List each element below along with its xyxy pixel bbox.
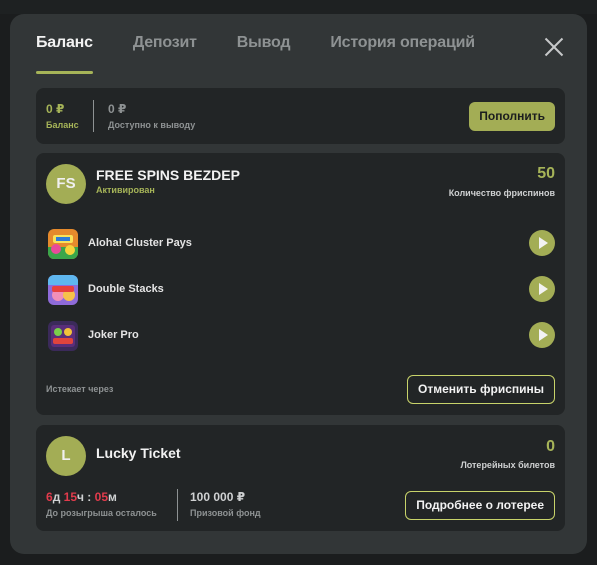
tab-history[interactable]: История операций xyxy=(330,34,475,74)
play-icon[interactable] xyxy=(529,276,555,302)
balance-value: 0 ₽ xyxy=(46,102,65,116)
freespins-avatar: FS xyxy=(46,164,86,204)
lottery-timer: 6д 15ч : 05м xyxy=(46,490,117,504)
timer-hours: 15 xyxy=(63,490,77,504)
tab-balance[interactable]: Баланс xyxy=(36,34,93,74)
balance-summary-card: 0 ₽ Баланс 0 ₽ Доступно к выводу Пополни… xyxy=(36,88,565,144)
game-name: Aloha! Cluster Pays xyxy=(88,237,192,249)
timer-label: До розыгрыша осталось xyxy=(46,508,157,518)
withdrawable-value: 0 ₽ xyxy=(108,102,127,116)
balance-modal: Баланс Депозит Вывод История операций 0 … xyxy=(10,14,587,554)
cancel-freespins-button[interactable]: Отменить фриспины xyxy=(407,375,555,404)
timer-days: 6 xyxy=(46,490,53,504)
aloha-game-icon xyxy=(48,229,78,259)
divider xyxy=(177,489,178,521)
timer-minutes-unit: м xyxy=(108,490,117,504)
withdrawable-label: Доступно к выводу xyxy=(108,120,196,130)
game-row: Aloha! Cluster Pays xyxy=(48,229,555,259)
timer-minutes: 05 xyxy=(94,490,108,504)
lottery-ticket-count: 0 xyxy=(546,438,555,455)
timer-days-unit: д xyxy=(52,490,64,504)
balance-label: Баланс xyxy=(46,120,79,130)
freespins-card: FS FREE SPINS BEZDEP Активирован 50 Коли… xyxy=(36,153,565,415)
lottery-count-label: Лотерейных билетов xyxy=(460,460,555,470)
freespins-count: 50 xyxy=(537,165,555,182)
double-stacks-game-icon xyxy=(48,275,78,305)
prize-label: Призовой фонд xyxy=(190,508,261,518)
game-name: Double Stacks xyxy=(88,283,164,295)
modal-tabs: Баланс Депозит Вывод История операций xyxy=(36,34,515,74)
page-backdrop xyxy=(0,0,597,14)
prize-value: 100 000 ₽ xyxy=(190,490,246,504)
lottery-details-button[interactable]: Подробнее о лотерее xyxy=(405,491,555,520)
topup-button[interactable]: Пополнить xyxy=(469,102,555,131)
game-row: Double Stacks xyxy=(48,275,555,305)
game-name: Joker Pro xyxy=(88,329,139,341)
tab-deposit[interactable]: Депозит xyxy=(133,34,197,74)
tab-withdraw[interactable]: Вывод xyxy=(237,34,291,74)
play-icon[interactable] xyxy=(529,230,555,256)
timer-hours-unit: ч : xyxy=(77,490,95,504)
lottery-title: Lucky Ticket xyxy=(96,445,181,461)
freespins-title: FREE SPINS BEZDEP xyxy=(96,167,240,183)
balance-block: 0 ₽ Баланс xyxy=(46,102,79,130)
joker-pro-game-icon xyxy=(48,321,78,351)
divider xyxy=(93,100,94,132)
freespins-status: Активирован xyxy=(96,185,155,195)
lottery-avatar: L xyxy=(46,436,86,476)
close-icon[interactable] xyxy=(543,36,565,58)
expires-label: Истекает через xyxy=(46,384,114,394)
withdrawable-block: 0 ₽ Доступно к выводу xyxy=(108,102,195,130)
play-icon[interactable] xyxy=(529,322,555,348)
freespins-count-label: Количество фриспинов xyxy=(448,188,555,198)
lottery-card: L Lucky Ticket 0 Лотерейных билетов 6д 1… xyxy=(36,425,565,531)
game-row: Joker Pro xyxy=(48,321,555,351)
